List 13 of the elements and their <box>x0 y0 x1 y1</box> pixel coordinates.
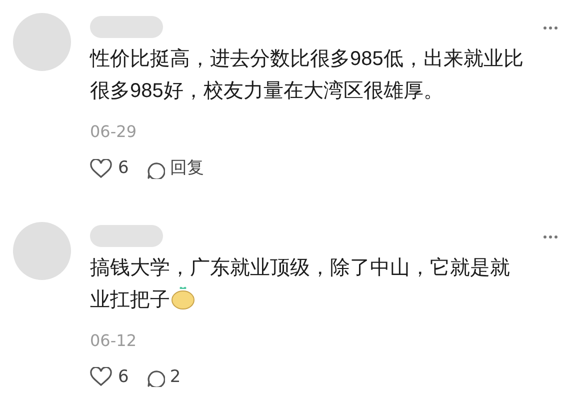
comment-date: 06-29 <box>90 121 138 143</box>
heart-icon <box>90 158 112 179</box>
like-button[interactable]: 6 <box>90 364 129 390</box>
heart-icon <box>90 367 112 388</box>
like-button[interactable]: 6 <box>90 156 129 182</box>
reply-button[interactable]: 2 <box>144 364 181 390</box>
more-options-icon[interactable] <box>543 234 558 238</box>
sticker-icon <box>171 286 195 310</box>
more-options-icon[interactable] <box>543 26 558 30</box>
comment-text: 性价比挺高，进去分数比很多985低，出来就业比很多985好，校友力量在大湾区很雄厚。 <box>90 47 524 104</box>
reply-button[interactable]: 回复 <box>144 156 204 182</box>
comment-text: 搞钱大学，广东就业顶级，除了中山，它就是就业扛把子 <box>90 256 511 312</box>
comment-date: 06-12 <box>90 330 138 352</box>
